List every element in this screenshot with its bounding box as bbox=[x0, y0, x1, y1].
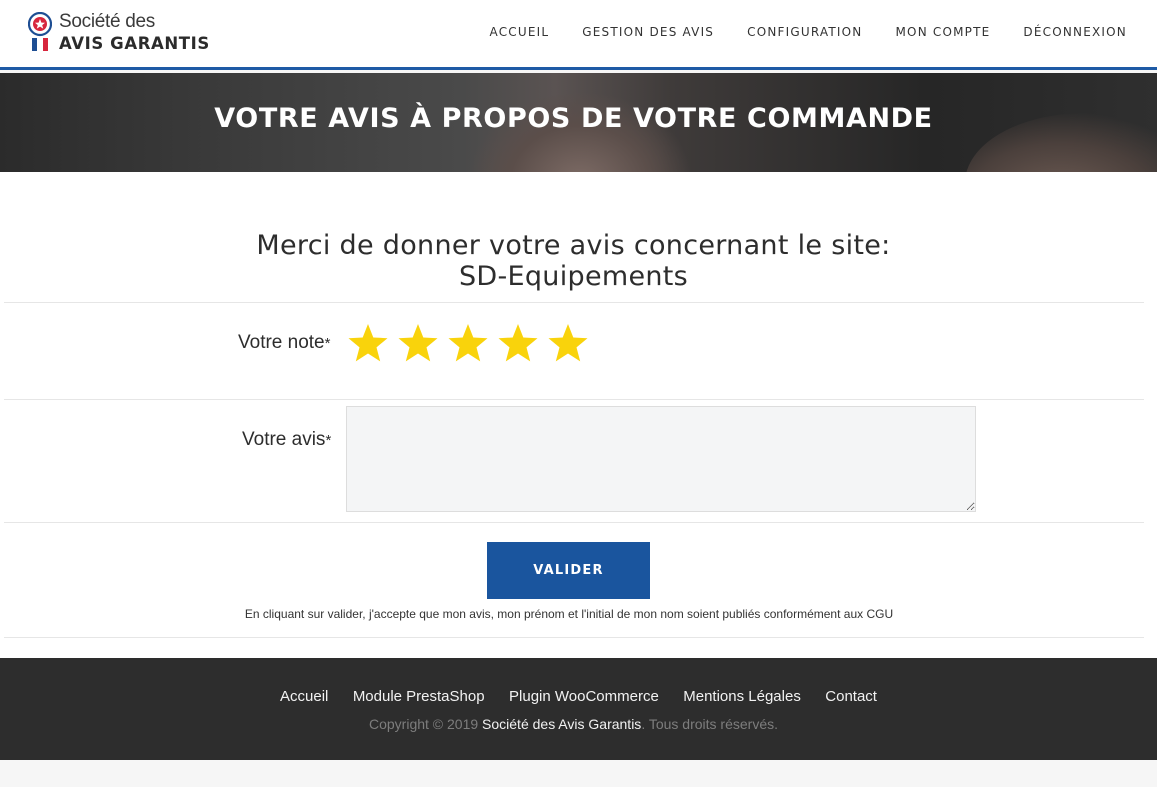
nav-item-gestion-des-avis[interactable]: GESTION DES AVIS bbox=[582, 24, 714, 40]
rating-label: Votre note bbox=[238, 332, 325, 353]
star-rating bbox=[343, 318, 593, 368]
star-icon-5[interactable] bbox=[543, 318, 593, 368]
logo-badge-icon bbox=[28, 12, 52, 51]
copyright-prefix: Copyright © 2019 bbox=[368, 716, 479, 732]
form-subtitle: Merci de donner votre avis concernant le… bbox=[0, 230, 1147, 292]
site-footer: Accueil Module PrestaShop Plugin WooComm… bbox=[0, 658, 1157, 760]
divider bbox=[4, 302, 1144, 303]
nav-item-configuration[interactable]: CONFIGURATION bbox=[747, 24, 862, 40]
review-textarea[interactable] bbox=[346, 406, 976, 512]
cgu-disclaimer: En cliquant sur valider, j'accepte que m… bbox=[244, 607, 894, 621]
footer-link-mentions-legales[interactable]: Mentions Légales bbox=[683, 688, 801, 705]
review-label: Votre avis bbox=[242, 429, 326, 450]
star-icon-3[interactable] bbox=[443, 318, 493, 368]
footer-link-plugin-woocommerce[interactable]: Plugin WooCommerce bbox=[509, 688, 659, 705]
footer-link-contact[interactable]: Contact bbox=[825, 688, 877, 705]
logo-text-line2: AVIS GARANTIS bbox=[59, 34, 210, 53]
copyright: Copyright © 2019 Société des Avis Garant… bbox=[0, 716, 1147, 732]
divider bbox=[4, 399, 1144, 400]
site-header: Société des AVIS GARANTIS ACCUEIL GESTIO… bbox=[0, 0, 1157, 70]
validate-button[interactable]: VALIDER bbox=[487, 542, 650, 599]
required-marker: * bbox=[325, 432, 332, 449]
logo-text-line1: Société des bbox=[59, 11, 155, 32]
form-subtitle-line1: Merci de donner votre avis concernant le… bbox=[256, 230, 891, 261]
divider bbox=[4, 637, 1144, 638]
main-nav: ACCUEIL GESTION DES AVIS CONFIGURATION M… bbox=[457, 24, 1127, 40]
review-label-wrap: Votre avis* bbox=[242, 429, 331, 451]
footer-links: Accueil Module PrestaShop Plugin WooComm… bbox=[0, 688, 1157, 706]
nav-item-mon-compte[interactable]: MON COMPTE bbox=[896, 24, 991, 40]
star-icon-4[interactable] bbox=[493, 318, 543, 368]
nav-item-accueil[interactable]: ACCUEIL bbox=[490, 24, 550, 40]
review-form: Merci de donner votre avis concernant le… bbox=[0, 172, 1157, 658]
footer-link-accueil[interactable]: Accueil bbox=[280, 688, 328, 705]
star-icon-1[interactable] bbox=[343, 318, 393, 368]
divider bbox=[4, 522, 1144, 523]
logo[interactable]: Société des AVIS GARANTIS bbox=[28, 11, 228, 55]
star-icon-2[interactable] bbox=[393, 318, 443, 368]
hero-banner: VOTRE AVIS À PROPOS DE VOTRE COMMANDE bbox=[0, 73, 1157, 172]
footer-link-module-prestashop[interactable]: Module PrestaShop bbox=[353, 688, 485, 705]
copyright-brand[interactable]: Société des Avis Garantis bbox=[482, 716, 641, 732]
copyright-suffix: . Tous droits réservés. bbox=[641, 716, 778, 732]
rating-label-wrap: Votre note* bbox=[238, 332, 330, 354]
page-title: VOTRE AVIS À PROPOS DE VOTRE COMMANDE bbox=[214, 103, 933, 134]
nav-item-deconnexion[interactable]: DÉCONNEXION bbox=[1023, 24, 1127, 40]
required-marker: * bbox=[324, 335, 331, 352]
site-name: SD-Equipements bbox=[458, 261, 689, 292]
